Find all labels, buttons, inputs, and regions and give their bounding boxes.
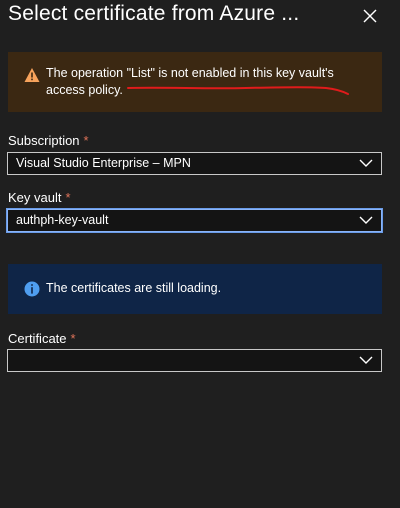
- key-vault-dropdown[interactable]: authph-key-vault: [6, 208, 383, 233]
- close-icon: [363, 9, 377, 23]
- chevron-down-icon: [359, 216, 373, 224]
- subscription-dropdown[interactable]: Visual Studio Enterprise – MPN: [7, 152, 382, 175]
- certificate-label: Certificate *: [8, 331, 76, 346]
- chevron-down-icon: [359, 159, 373, 167]
- key-vault-value: authph-key-vault: [16, 213, 109, 227]
- warning-message: The operation "List" is not enabled in t…: [46, 66, 334, 97]
- close-button[interactable]: [360, 6, 380, 26]
- key-vault-label: Key vault *: [8, 190, 71, 205]
- info-banner: The certificates are still loading.: [8, 264, 382, 314]
- warning-icon: [24, 68, 40, 82]
- page-title: Select certificate from Azure ...: [8, 2, 300, 25]
- certificate-picker-panel: Select certificate from Azure ... The op…: [0, 0, 400, 508]
- key-vault-label-text: Key vault: [8, 190, 62, 205]
- subscription-required-mark: *: [83, 133, 89, 148]
- info-message: The certificates are still loading.: [46, 281, 222, 295]
- key-vault-required-mark: *: [65, 190, 71, 205]
- subscription-value: Visual Studio Enterprise – MPN: [16, 156, 191, 170]
- panel-header: Select certificate from Azure ...: [0, 0, 400, 34]
- subscription-label-text: Subscription: [8, 133, 80, 148]
- subscription-label: Subscription *: [8, 133, 89, 148]
- chevron-down-icon: [359, 356, 373, 364]
- info-icon: [24, 281, 40, 297]
- certificate-label-text: Certificate: [8, 331, 67, 346]
- certificate-dropdown[interactable]: [7, 349, 382, 372]
- warning-banner: The operation "List" is not enabled in t…: [8, 52, 382, 112]
- certificate-required-mark: *: [70, 331, 76, 346]
